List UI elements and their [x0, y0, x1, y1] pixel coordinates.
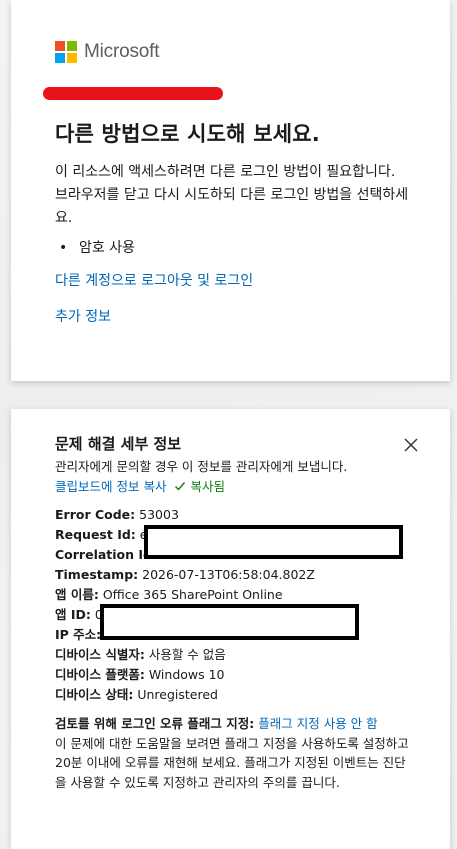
disable-flagging-link[interactable]: 플래그 지정 사용 안 함	[258, 716, 377, 731]
redacted-app-id-ip-address	[100, 604, 359, 640]
more-info-link[interactable]: 추가 정보	[55, 306, 111, 326]
logo-green-square	[67, 41, 77, 51]
checkmark-icon	[175, 481, 186, 491]
page-title: 다른 방법으로 시도해 보세요.	[55, 122, 320, 146]
details-subtitle: 관리자에게 문의할 경우 이 정보를 관리자에게 보냅니다.	[55, 459, 348, 474]
detail-key: 디바이스 플랫폼:	[55, 667, 145, 682]
redacted-account-name	[43, 87, 223, 100]
microsoft-logo-icon	[55, 41, 77, 63]
detail-key: Correlation Id:	[55, 547, 157, 562]
detail-value: Office 365 SharePoint Online	[98, 587, 283, 602]
close-icon	[404, 438, 418, 452]
signout-and-signin-link[interactable]: 다른 계정으로 로그아웃 및 로그인	[55, 270, 253, 290]
troubleshooting-details-card: 문제 해결 세부 정보 관리자에게 문의할 경우 이 정보를 관리자에게 보냅니…	[11, 409, 450, 849]
signin-option-password: 암호 사용	[55, 237, 135, 257]
detail-key: 디바이스 식별자:	[55, 647, 145, 662]
redaction-fill	[148, 529, 399, 555]
detail-key: 앱 ID:	[55, 607, 91, 622]
copy-to-clipboard-link[interactable]: 클립보드에 정보 복사	[55, 476, 166, 495]
signin-option-list: 암호 사용	[55, 237, 135, 257]
detail-key: Error Code:	[55, 507, 136, 522]
details-title: 문제 해결 세부 정보	[55, 435, 182, 453]
logo-blue-square	[55, 53, 65, 63]
flag-description: 이 문제에 대한 도움말을 보려면 플래그 지정을 사용하도록 설정하고 20분…	[55, 735, 409, 790]
redaction-fill	[104, 608, 355, 636]
flag-signin-errors-section: 검토를 위해 로그인 오류 플래그 지정: 플래그 지정 사용 안 함 이 문제…	[55, 714, 415, 792]
page-description: 이 리소스에 액세스하려면 다른 로그인 방법이 필요합니다. 브라우저를 닫고…	[55, 164, 409, 226]
microsoft-logo: Microsoft	[55, 41, 159, 63]
copy-row: 클립보드에 정보 복사 복사됨	[55, 476, 225, 495]
logo-yellow-square	[67, 53, 77, 63]
detail-row-timestamp: Timestamp: 2026-07-13T06:58:04.802Z	[55, 565, 315, 585]
detail-row-device-identifier: 디바이스 식별자: 사용할 수 없음	[55, 645, 315, 665]
close-button[interactable]	[403, 437, 419, 453]
detail-value: 사용할 수 없음	[144, 647, 226, 662]
signin-card: Microsoft 다른 방법으로 시도해 보세요. 이 리소스에 액세스하려면…	[11, 0, 450, 381]
detail-row-device-platform: 디바이스 플랫폼: Windows 10	[55, 665, 315, 685]
redacted-request-correlation-id	[144, 525, 403, 559]
copied-status: 복사됨	[174, 476, 225, 495]
detail-value: 53003	[135, 507, 179, 522]
detail-key: Request Id:	[55, 527, 136, 542]
detail-row-app-name: 앱 이름: Office 365 SharePoint Online	[55, 585, 315, 605]
detail-key: 앱 이름:	[55, 587, 99, 602]
detail-row-error-code: Error Code: 53003	[55, 505, 315, 525]
detail-value: Unregistered	[133, 687, 218, 702]
flag-label: 검토를 위해 로그인 오류 플래그 지정:	[55, 716, 255, 731]
detail-row-device-state: 디바이스 상태: Unregistered	[55, 685, 315, 705]
logo-red-square	[55, 41, 65, 51]
copied-label: 복사됨	[190, 479, 225, 494]
detail-key: 디바이스 상태:	[55, 687, 134, 702]
logo-text: Microsoft	[84, 41, 160, 62]
detail-key: Timestamp:	[55, 567, 139, 582]
detail-value: 2026-07-13T06:58:04.802Z	[138, 567, 315, 582]
detail-key: IP 주소:	[55, 627, 102, 642]
detail-value: Windows 10	[144, 667, 225, 682]
